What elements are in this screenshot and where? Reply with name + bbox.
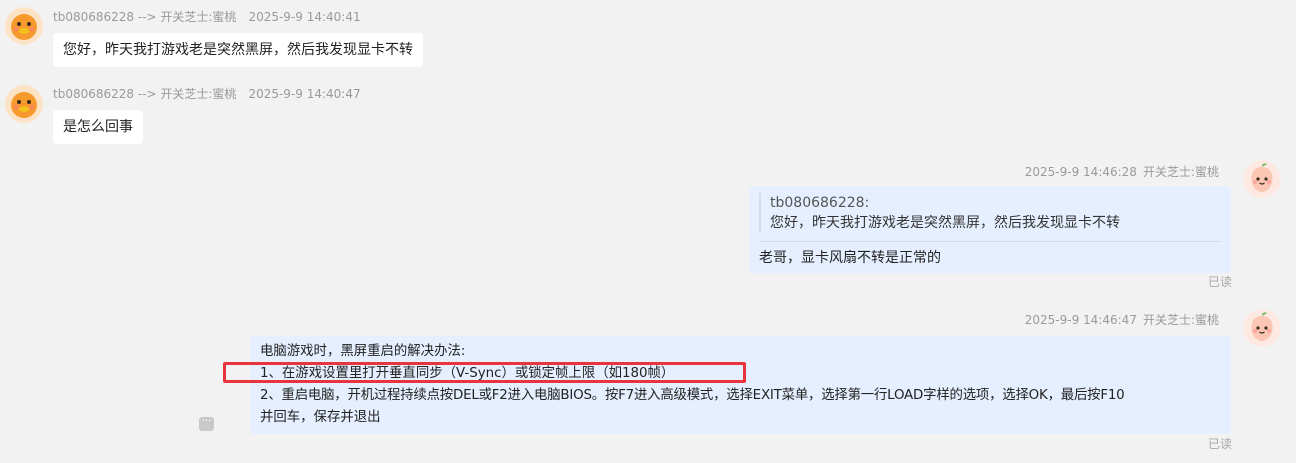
- message-bubble[interactable]: tb080686228: 您好，昨天我打游戏老是突然黑屏，然后我发现显卡不转 老…: [749, 186, 1231, 273]
- peach-avatar-icon: [1243, 309, 1281, 347]
- quoted-message[interactable]: tb080686228: 您好，昨天我打游戏老是突然黑屏，然后我发现显卡不转: [759, 193, 1221, 233]
- sender-line: tb080686228 --> 开关芝士:蜜桃: [53, 87, 237, 101]
- peach-avatar-icon: [1243, 160, 1281, 198]
- timestamp: 2025-9-9 14:40:41: [248, 10, 361, 24]
- divider: [759, 241, 1221, 242]
- agent-avatar[interactable]: [1243, 309, 1281, 347]
- read-status: 已读: [1207, 437, 1232, 451]
- duck-avatar-icon: [5, 85, 43, 123]
- timestamp: 2025-9-9 14:46:47: [1024, 313, 1137, 327]
- reply-text: 老哥，显卡风扇不转是正常的: [759, 250, 941, 266]
- message-bubble[interactable]: 您好，昨天我打游戏老是突然黑屏，然后我发现显卡不转: [53, 33, 423, 67]
- customer-avatar[interactable]: [5, 7, 43, 45]
- quote-author: tb080686228:: [770, 195, 870, 211]
- reply-line-1: 电脑游戏时，黑屏重启的解决办法:: [260, 344, 466, 359]
- ellipsis-icon[interactable]: ···: [199, 417, 214, 431]
- customer-avatar[interactable]: [5, 85, 43, 123]
- sender-name: 开关芝士:蜜桃: [1142, 165, 1219, 179]
- message-bubble[interactable]: 是怎么回事: [53, 110, 143, 144]
- timestamp: 2025-9-9 14:40:47: [248, 87, 361, 101]
- quote-text: 您好，昨天我打游戏老是突然黑屏，然后我发现显卡不转: [770, 215, 1120, 231]
- duck-avatar-icon: [5, 7, 43, 45]
- agent-avatar[interactable]: [1243, 160, 1281, 198]
- message-meta: tb080686228 --> 开关芝士:蜜桃 2025-9-9 14:40:41: [53, 8, 361, 25]
- message-meta: 2025-9-9 14:46:47 开关芝士:蜜桃: [1025, 311, 1219, 328]
- reply-line-3: 2、重启电脑，开机过程持续点按DEL或F2进入电脑BIOS。按F7进入高级模式，…: [260, 388, 1125, 403]
- timestamp: 2025-9-9 14:46:28: [1024, 165, 1137, 179]
- reply-line-4: 并回车，保存并退出: [260, 410, 381, 425]
- message-meta: 2025-9-9 14:46:28 开关芝士:蜜桃: [1025, 163, 1219, 180]
- message-bubble[interactable]: 电脑游戏时，黑屏重启的解决办法: 1、在游戏设置里打开垂直同步（V-Sync）或…: [250, 336, 1231, 434]
- highlight-annotation: [223, 362, 746, 383]
- message-meta: tb080686228 --> 开关芝士:蜜桃 2025-9-9 14:40:47: [53, 85, 361, 102]
- sender-name: 开关芝士:蜜桃: [1142, 313, 1219, 327]
- sender-line: tb080686228 --> 开关芝士:蜜桃: [53, 10, 237, 24]
- read-status: 已读: [1207, 275, 1232, 289]
